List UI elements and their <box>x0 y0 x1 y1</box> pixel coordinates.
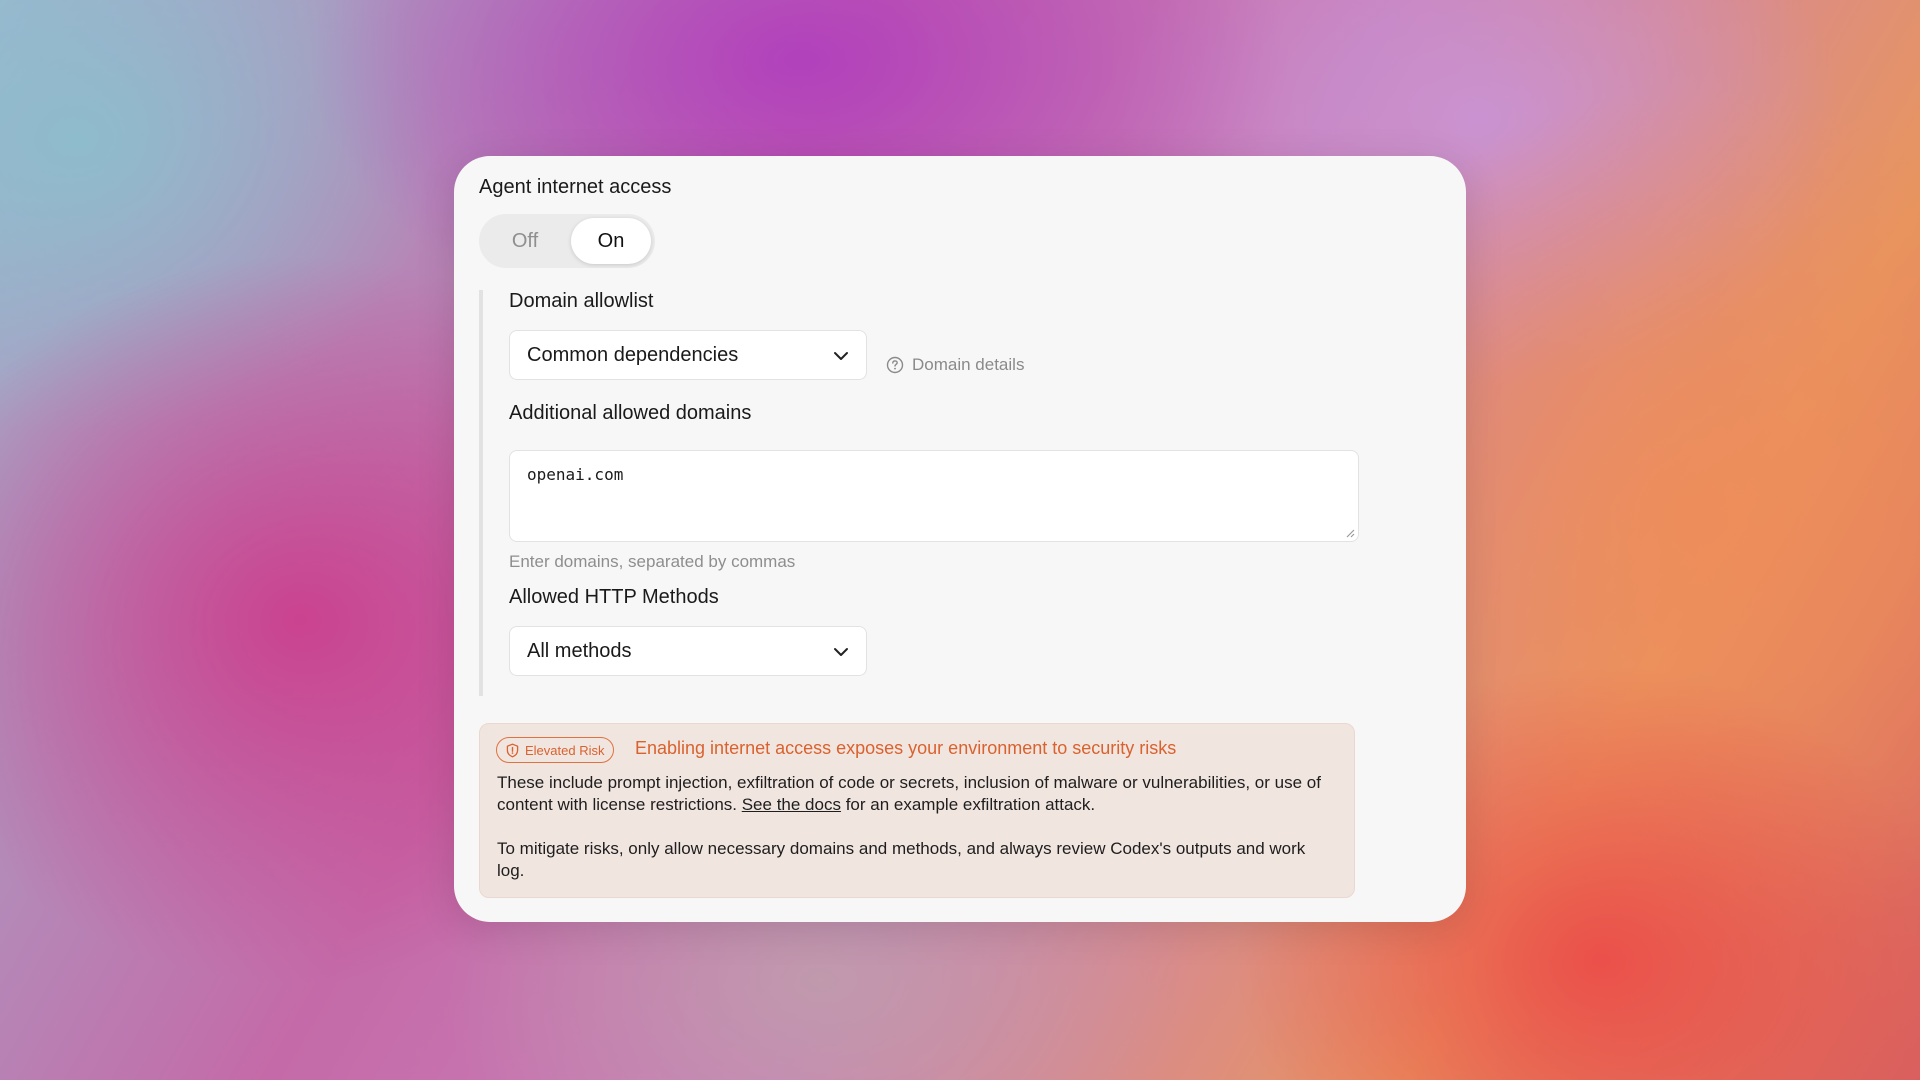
http-methods-value: All methods <box>527 640 632 662</box>
access-settings-section: Domain allowlist Common dependencies Dom… <box>479 290 1359 696</box>
additional-domains-input[interactable]: openai.com <box>509 450 1359 542</box>
domain-details-label: Domain details <box>912 355 1025 374</box>
see-docs-link[interactable]: See the docs <box>742 795 841 814</box>
http-methods-select[interactable]: All methods <box>509 626 867 676</box>
domain-allowlist-select[interactable]: Common dependencies <box>509 330 867 380</box>
help-circle-icon <box>886 356 904 374</box>
elevated-risk-badge: Elevated Risk <box>496 737 615 763</box>
shield-alert-icon <box>506 743 519 757</box>
additional-domains-label: Additional allowed domains <box>509 402 752 424</box>
section-title: Agent internet access <box>479 176 672 198</box>
domain-details-link[interactable]: Domain details <box>886 340 1024 390</box>
domain-allowlist-value: Common dependencies <box>527 344 739 366</box>
additional-domains-value: openai.com <box>527 465 624 484</box>
chevron-down-icon <box>834 648 848 656</box>
resize-handle-icon[interactable] <box>1345 528 1355 538</box>
http-methods-label: Allowed HTTP Methods <box>509 586 719 608</box>
warning-paragraph-2: To mitigate risks, only allow necessary … <box>497 839 1306 880</box>
elevated-risk-label: Elevated Risk <box>525 742 605 758</box>
warning-paragraph-1: These include prompt injection, exfiltra… <box>497 772 1337 816</box>
chevron-down-icon <box>834 352 848 360</box>
toggle-on-option[interactable]: On <box>571 218 651 264</box>
domain-allowlist-label: Domain allowlist <box>509 290 654 312</box>
warning-text: for an example exfiltration attack. <box>840 795 1096 814</box>
security-warning-panel: Elevated Risk Enabling internet access e… <box>479 723 1355 898</box>
additional-domains-hint: Enter domains, separated by commas <box>509 552 796 571</box>
internet-access-toggle[interactable]: Off On <box>479 214 655 268</box>
warning-title: Enabling internet access exposes your en… <box>635 738 1177 758</box>
warning-body: These include prompt injection, exfiltra… <box>497 772 1337 904</box>
internet-access-card: Agent internet access Off On Domain allo… <box>454 156 1466 922</box>
toggle-off-option[interactable]: Off <box>483 218 567 264</box>
